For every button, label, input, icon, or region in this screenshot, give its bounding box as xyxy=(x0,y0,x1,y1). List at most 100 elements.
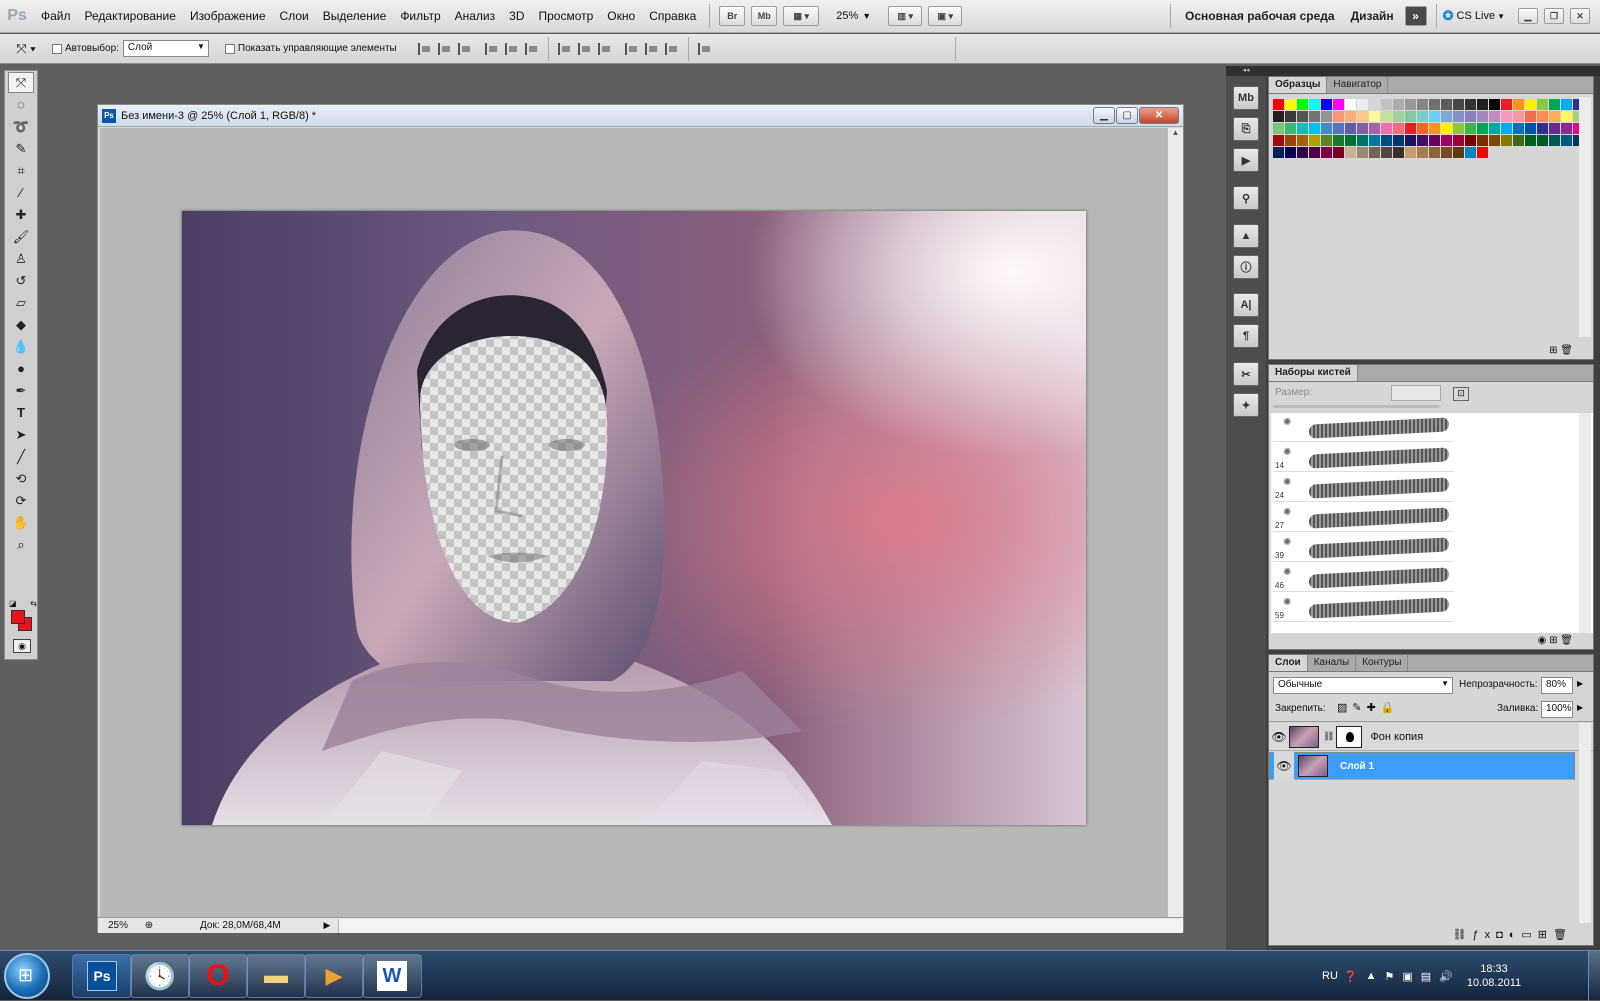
brush-scrollbar[interactable] xyxy=(1579,413,1591,633)
taskbar-media-player[interactable]: ▶ xyxy=(304,954,364,998)
align-right-icon[interactable] xyxy=(524,42,539,55)
swatch[interactable] xyxy=(1321,111,1332,122)
swatch[interactable] xyxy=(1333,111,1344,122)
swatch[interactable] xyxy=(1465,135,1476,146)
show-desktop-button[interactable] xyxy=(1588,951,1600,1001)
cs-live-button[interactable]: CS Live xyxy=(1457,10,1496,22)
layer-row-fon-kopiya[interactable]: 👁 ⛓ Фон копия xyxy=(1269,723,1593,751)
swatch[interactable] xyxy=(1501,135,1512,146)
swatch[interactable] xyxy=(1309,135,1320,146)
canvas-photo[interactable] xyxy=(182,211,1086,825)
autoselect-select[interactable]: Слой ▼ xyxy=(122,40,209,57)
swatch[interactable] xyxy=(1561,135,1572,146)
brush-preset-row[interactable]: ✺ 59 xyxy=(1273,593,1453,622)
swatch[interactable] xyxy=(1429,123,1440,134)
swatch[interactable] xyxy=(1429,99,1440,110)
swatch[interactable] xyxy=(1537,111,1548,122)
swatch[interactable] xyxy=(1549,111,1560,122)
swatch[interactable] xyxy=(1513,123,1524,134)
swatch[interactable] xyxy=(1417,135,1428,146)
flag-icon[interactable]: ⚑ xyxy=(1384,970,1394,983)
swap-colors-icon[interactable]: ⇆ xyxy=(30,599,37,608)
swatch[interactable] xyxy=(1369,147,1380,158)
blend-mode-select[interactable]: Обычные ▼ xyxy=(1273,677,1453,694)
swatch[interactable] xyxy=(1321,135,1332,146)
type-tool-icon[interactable]: T xyxy=(8,402,34,423)
swatch[interactable] xyxy=(1525,99,1536,110)
workspace-design[interactable]: Дизайн xyxy=(1343,9,1402,23)
swatch[interactable] xyxy=(1393,99,1404,110)
menu-analysis[interactable]: Анализ xyxy=(448,0,503,33)
arrange-documents-button[interactable]: ▥ ▾ xyxy=(888,6,923,26)
path-selection-tool-icon[interactable]: ➤ xyxy=(8,424,34,445)
eraser-tool-icon[interactable]: ▱ xyxy=(8,292,34,313)
layers-footer-icons[interactable]: ⛓ƒx◘◐▭⊞🗑 xyxy=(1453,928,1573,941)
app-close-button[interactable]: ✕ xyxy=(1570,8,1590,24)
swatch[interactable] xyxy=(1369,123,1380,134)
swatch[interactable] xyxy=(1345,111,1356,122)
swatch[interactable] xyxy=(1441,147,1452,158)
swatches-scrollbar[interactable] xyxy=(1579,97,1591,337)
start-button[interactable]: ⊞ xyxy=(4,953,50,999)
swatch-footer-icons[interactable]: ⊞ 🗑 xyxy=(1549,345,1573,356)
dodge-tool-icon[interactable]: ● xyxy=(8,358,34,379)
opacity-input[interactable]: 80% xyxy=(1541,677,1573,694)
more-workspaces-button[interactable]: » xyxy=(1404,6,1427,26)
taskbar-clock-app[interactable]: 🕓 xyxy=(130,954,190,998)
swatch[interactable] xyxy=(1369,135,1380,146)
device-icon[interactable]: ▣ xyxy=(1402,970,1412,983)
3d-orbit-tool-icon[interactable]: ⟳ xyxy=(8,490,34,511)
swatch[interactable] xyxy=(1501,99,1512,110)
swatch[interactable] xyxy=(1273,135,1284,146)
history-brush-tool-icon[interactable]: ↺ xyxy=(8,270,34,291)
status-menu-arrow-icon[interactable]: ▶ xyxy=(320,920,334,931)
help-icon[interactable]: ❓ xyxy=(1344,970,1358,983)
brush-preset-row[interactable]: ✺ 14 xyxy=(1273,443,1453,472)
zoom-tool-icon[interactable]: ⌕ xyxy=(8,534,34,555)
info-panel-icon[interactable]: ⓘ xyxy=(1233,255,1259,279)
swatch[interactable] xyxy=(1321,99,1332,110)
tab-layers[interactable]: Слои xyxy=(1269,655,1308,671)
menu-window[interactable]: Окно xyxy=(600,0,642,33)
swatch[interactable] xyxy=(1537,123,1548,134)
lock-icons[interactable]: ▨✎✚🔒 xyxy=(1337,701,1400,714)
eye-icon[interactable]: 👁 xyxy=(1274,752,1294,780)
brush-preset-row[interactable]: ✺ xyxy=(1273,413,1453,442)
eye-icon[interactable]: 👁 xyxy=(1269,730,1289,744)
brush-footer-icons[interactable]: ◉ ⊞ 🗑 xyxy=(1538,635,1573,646)
align-hcenter-icon[interactable] xyxy=(504,42,519,55)
taskbar-photoshop[interactable]: Ps xyxy=(72,954,132,998)
swatch[interactable] xyxy=(1465,99,1476,110)
swatch[interactable] xyxy=(1321,147,1332,158)
swatch[interactable] xyxy=(1333,147,1344,158)
swatch[interactable] xyxy=(1405,99,1416,110)
opacity-arrow-icon[interactable]: ▶ xyxy=(1577,679,1583,688)
volume-icon[interactable]: 🔊 xyxy=(1439,970,1453,983)
network-icon[interactable]: ▤ xyxy=(1421,970,1431,983)
align-bottom-icon[interactable] xyxy=(457,42,472,55)
swatch[interactable] xyxy=(1489,99,1500,110)
brush-preset-row[interactable]: ✺ 24 xyxy=(1273,473,1453,502)
clone-stamp-tool-icon[interactable]: ♙ xyxy=(8,248,34,269)
menu-help[interactable]: Справка xyxy=(642,0,703,33)
swatch[interactable] xyxy=(1453,123,1464,134)
swatch[interactable] xyxy=(1381,123,1392,134)
swatch[interactable] xyxy=(1489,135,1500,146)
menu-edit[interactable]: Редактирование xyxy=(78,0,183,33)
quick-select-tool-icon[interactable]: ✎ xyxy=(8,138,34,159)
chevron-down-icon[interactable]: ▼ xyxy=(862,11,871,21)
swatch[interactable] xyxy=(1429,111,1440,122)
brush-preset-row[interactable]: ✺ 27 xyxy=(1273,503,1453,532)
brush-panel-toggle-icon[interactable]: ⊡ xyxy=(1453,387,1469,401)
layers-scrollbar[interactable] xyxy=(1579,723,1591,923)
clone-source-panel-icon[interactable]: ⚲ xyxy=(1233,186,1259,210)
tab-brush-presets[interactable]: Наборы кистей xyxy=(1269,365,1358,381)
taskbar-explorer[interactable]: ▬ xyxy=(246,954,306,998)
tab-navigator[interactable]: Навигатор xyxy=(1327,77,1389,93)
swatch[interactable] xyxy=(1393,111,1404,122)
screen-mode-button[interactable]: ▣ ▾ xyxy=(928,6,963,26)
swatch[interactable] xyxy=(1561,123,1572,134)
canvas-area[interactable] xyxy=(100,128,1167,917)
foreground-color[interactable] xyxy=(11,610,25,624)
swatch[interactable] xyxy=(1345,99,1356,110)
